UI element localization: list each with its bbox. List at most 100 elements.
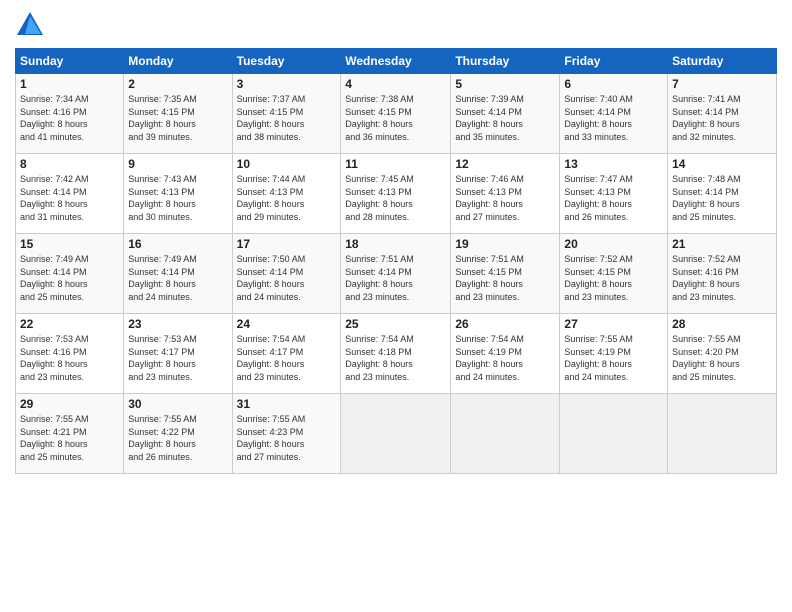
- calendar-cell: 13 Sunrise: 7:47 AMSunset: 4:13 PMDayligh…: [560, 154, 668, 234]
- day-number: 17: [237, 237, 337, 251]
- day-number: 13: [564, 157, 663, 171]
- calendar-cell: 31 Sunrise: 7:55 AMSunset: 4:23 PMDayligh…: [232, 394, 341, 474]
- calendar-header-row: SundayMondayTuesdayWednesdayThursdayFrid…: [16, 49, 777, 74]
- day-number: 3: [237, 77, 337, 91]
- calendar-cell: 22Sunrise: 7:53 AMSunset: 4:16 PMDayligh…: [16, 314, 124, 394]
- day-number: 21: [672, 237, 772, 251]
- day-info: Sunrise: 7:39 AMSunset: 4:14 PMDaylight:…: [455, 93, 555, 143]
- day-number: 4: [345, 77, 446, 91]
- day-header-monday: Monday: [124, 49, 232, 74]
- day-number: 16: [128, 237, 227, 251]
- day-info: Sunrise: 7:49 AMSunset: 4:14 PMDaylight:…: [128, 253, 227, 303]
- day-info: Sunrise: 7:48 AMSunset: 4:14 PMDaylight:…: [672, 173, 772, 223]
- calendar-cell: [341, 394, 451, 474]
- day-info: Sunrise: 7:55 AMSunset: 4:23 PMDaylight:…: [237, 413, 337, 463]
- calendar-cell: 14 Sunrise: 7:48 AMSunset: 4:14 PMDayligh…: [668, 154, 777, 234]
- calendar-cell: 5 Sunrise: 7:39 AMSunset: 4:14 PMDaylight…: [451, 74, 560, 154]
- calendar-cell: 6 Sunrise: 7:40 AMSunset: 4:14 PMDaylight…: [560, 74, 668, 154]
- calendar-cell: 11Sunrise: 7:45 AMSunset: 4:13 PMDayligh…: [341, 154, 451, 234]
- calendar-cell: 18Sunrise: 7:51 AMSunset: 4:14 PMDayligh…: [341, 234, 451, 314]
- day-info: Sunrise: 7:43 AMSunset: 4:13 PMDaylight:…: [128, 173, 227, 223]
- day-info: Sunrise: 7:38 AMSunset: 4:15 PMDaylight:…: [345, 93, 446, 143]
- day-info: Sunrise: 7:52 AMSunset: 4:16 PMDaylight:…: [672, 253, 772, 303]
- day-number: 23: [128, 317, 227, 331]
- day-info: Sunrise: 7:37 AMSunset: 4:15 PMDaylight:…: [237, 93, 337, 143]
- day-info: Sunrise: 7:34 AMSunset: 4:16 PMDaylight:…: [20, 93, 119, 143]
- day-number: 22: [20, 317, 119, 331]
- calendar-cell: 20Sunrise: 7:52 AMSunset: 4:15 PMDayligh…: [560, 234, 668, 314]
- day-info: Sunrise: 7:35 AMSunset: 4:15 PMDaylight:…: [128, 93, 227, 143]
- day-info: Sunrise: 7:47 AMSunset: 4:13 PMDaylight:…: [564, 173, 663, 223]
- day-number: 6: [564, 77, 663, 91]
- calendar-cell: 4 Sunrise: 7:38 AMSunset: 4:15 PMDaylight…: [341, 74, 451, 154]
- calendar-cell: 30 Sunrise: 7:55 AMSunset: 4:22 PMDayligh…: [124, 394, 232, 474]
- calendar-cell: 29Sunrise: 7:55 AMSunset: 4:21 PMDayligh…: [16, 394, 124, 474]
- day-info: Sunrise: 7:54 AMSunset: 4:19 PMDaylight:…: [455, 333, 555, 383]
- calendar-cell: 24Sunrise: 7:54 AMSunset: 4:17 PMDayligh…: [232, 314, 341, 394]
- calendar-week-3: 15 Sunrise: 7:49 AMSunset: 4:14 PMDayligh…: [16, 234, 777, 314]
- day-info: Sunrise: 7:40 AMSunset: 4:14 PMDaylight:…: [564, 93, 663, 143]
- day-number: 8: [20, 157, 119, 171]
- day-info: Sunrise: 7:55 AMSunset: 4:22 PMDaylight:…: [128, 413, 227, 463]
- calendar-cell: 28Sunrise: 7:55 AMSunset: 4:20 PMDayligh…: [668, 314, 777, 394]
- calendar-cell: 26 Sunrise: 7:54 AMSunset: 4:19 PMDayligh…: [451, 314, 560, 394]
- day-info: Sunrise: 7:41 AMSunset: 4:14 PMDaylight:…: [672, 93, 772, 143]
- calendar-cell: 15 Sunrise: 7:49 AMSunset: 4:14 PMDayligh…: [16, 234, 124, 314]
- calendar-cell: 9 Sunrise: 7:43 AMSunset: 4:13 PMDaylight…: [124, 154, 232, 234]
- calendar-cell: 23 Sunrise: 7:53 AMSunset: 4:17 PMDayligh…: [124, 314, 232, 394]
- calendar-cell: 8 Sunrise: 7:42 AMSunset: 4:14 PMDaylight…: [16, 154, 124, 234]
- day-number: 14: [672, 157, 772, 171]
- calendar-week-5: 29Sunrise: 7:55 AMSunset: 4:21 PMDayligh…: [16, 394, 777, 474]
- calendar-week-1: 1Sunrise: 7:34 AMSunset: 4:16 PMDaylight…: [16, 74, 777, 154]
- day-number: 15: [20, 237, 119, 251]
- calendar-cell: 10 Sunrise: 7:44 AMSunset: 4:13 PMDayligh…: [232, 154, 341, 234]
- calendar-week-4: 22Sunrise: 7:53 AMSunset: 4:16 PMDayligh…: [16, 314, 777, 394]
- day-number: 9: [128, 157, 227, 171]
- header: [15, 10, 777, 40]
- calendar-cell: 25Sunrise: 7:54 AMSunset: 4:18 PMDayligh…: [341, 314, 451, 394]
- day-info: Sunrise: 7:51 AMSunset: 4:14 PMDaylight:…: [345, 253, 446, 303]
- day-info: Sunrise: 7:46 AMSunset: 4:13 PMDaylight:…: [455, 173, 555, 223]
- day-number: 28: [672, 317, 772, 331]
- day-number: 5: [455, 77, 555, 91]
- day-info: Sunrise: 7:51 AMSunset: 4:15 PMDaylight:…: [455, 253, 555, 303]
- calendar-cell: 1Sunrise: 7:34 AMSunset: 4:16 PMDaylight…: [16, 74, 124, 154]
- calendar-body: 1Sunrise: 7:34 AMSunset: 4:16 PMDaylight…: [16, 74, 777, 474]
- calendar-cell: 2Sunrise: 7:35 AMSunset: 4:15 PMDaylight…: [124, 74, 232, 154]
- day-header-thursday: Thursday: [451, 49, 560, 74]
- calendar-cell: 3 Sunrise: 7:37 AMSunset: 4:15 PMDaylight…: [232, 74, 341, 154]
- calendar-cell: 19 Sunrise: 7:51 AMSunset: 4:15 PMDayligh…: [451, 234, 560, 314]
- calendar-cell: [451, 394, 560, 474]
- day-info: Sunrise: 7:53 AMSunset: 4:17 PMDaylight:…: [128, 333, 227, 383]
- calendar-table: SundayMondayTuesdayWednesdayThursdayFrid…: [15, 48, 777, 474]
- day-number: 30: [128, 397, 227, 411]
- day-header-sunday: Sunday: [16, 49, 124, 74]
- day-number: 31: [237, 397, 337, 411]
- calendar-cell: 27 Sunrise: 7:55 AMSunset: 4:19 PMDayligh…: [560, 314, 668, 394]
- day-info: Sunrise: 7:50 AMSunset: 4:14 PMDaylight:…: [237, 253, 337, 303]
- day-number: 7: [672, 77, 772, 91]
- day-info: Sunrise: 7:45 AMSunset: 4:13 PMDaylight:…: [345, 173, 446, 223]
- day-number: 10: [237, 157, 337, 171]
- day-number: 29: [20, 397, 119, 411]
- calendar-cell: [668, 394, 777, 474]
- day-header-saturday: Saturday: [668, 49, 777, 74]
- day-header-tuesday: Tuesday: [232, 49, 341, 74]
- calendar-cell: 7 Sunrise: 7:41 AMSunset: 4:14 PMDaylight…: [668, 74, 777, 154]
- day-info: Sunrise: 7:44 AMSunset: 4:13 PMDaylight:…: [237, 173, 337, 223]
- day-header-wednesday: Wednesday: [341, 49, 451, 74]
- day-number: 20: [564, 237, 663, 251]
- calendar-cell: [560, 394, 668, 474]
- day-number: 27: [564, 317, 663, 331]
- day-number: 19: [455, 237, 555, 251]
- day-number: 25: [345, 317, 446, 331]
- day-info: Sunrise: 7:55 AMSunset: 4:19 PMDaylight:…: [564, 333, 663, 383]
- logo-icon: [15, 10, 45, 40]
- day-number: 26: [455, 317, 555, 331]
- calendar-cell: 17 Sunrise: 7:50 AMSunset: 4:14 PMDayligh…: [232, 234, 341, 314]
- day-info: Sunrise: 7:49 AMSunset: 4:14 PMDaylight:…: [20, 253, 119, 303]
- calendar-cell: 21 Sunrise: 7:52 AMSunset: 4:16 PMDayligh…: [668, 234, 777, 314]
- day-header-friday: Friday: [560, 49, 668, 74]
- calendar-cell: 12Sunrise: 7:46 AMSunset: 4:13 PMDayligh…: [451, 154, 560, 234]
- day-info: Sunrise: 7:42 AMSunset: 4:14 PMDaylight:…: [20, 173, 119, 223]
